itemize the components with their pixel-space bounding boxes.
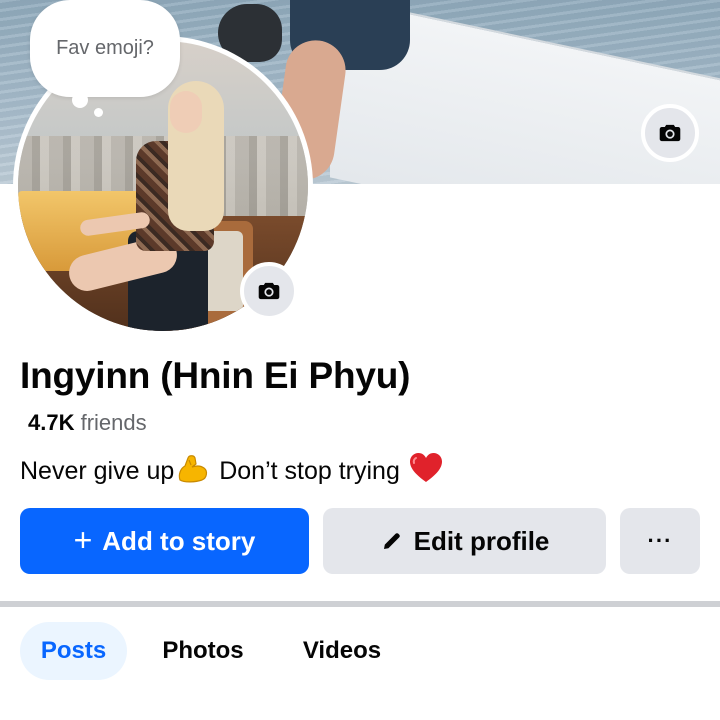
- red-heart-icon: [409, 452, 443, 493]
- flexed-biceps-icon: [176, 454, 210, 493]
- bio-text-1: Never give up: [20, 457, 175, 485]
- bubble-tail-dot: [72, 92, 88, 108]
- camera-icon: [659, 124, 681, 142]
- friends-label: friends: [80, 410, 147, 435]
- tab-photos[interactable]: Photos: [140, 622, 266, 680]
- edit-profile-label: Edit profile: [413, 525, 550, 556]
- more-dots-icon: ···: [647, 528, 673, 553]
- profile-name: Ingyinn (Hnin Ei Phyu): [20, 355, 411, 396]
- friends-number: 4.7K: [28, 410, 75, 435]
- profile-note-bubble[interactable]: Fav emoji?: [30, 0, 180, 97]
- friends-count[interactable]: 4.7K friends: [28, 410, 147, 436]
- section-divider: [0, 601, 720, 607]
- tab-videos[interactable]: Videos: [282, 622, 402, 680]
- profile-bio: Never give up Don’t stop trying: [20, 452, 445, 493]
- add-to-story-button[interactable]: + Add to story: [20, 508, 309, 574]
- tab-posts[interactable]: Posts: [20, 622, 127, 680]
- bubble-tail-dot-small: [94, 108, 103, 117]
- camera-icon: [258, 282, 280, 300]
- bio-text-2: Don’t stop trying: [219, 457, 400, 485]
- avatar-camera-button[interactable]: [240, 262, 298, 320]
- add-to-story-label: Add to story: [102, 525, 256, 556]
- edit-profile-button[interactable]: Edit profile: [323, 508, 606, 574]
- avatar-face: [170, 91, 202, 133]
- note-prompt: Fav emoji?: [56, 37, 154, 59]
- plus-icon: +: [73, 521, 93, 558]
- more-options-button[interactable]: ···: [620, 508, 700, 574]
- cover-camera-button[interactable]: [641, 104, 699, 162]
- pencil-icon: [383, 533, 400, 549]
